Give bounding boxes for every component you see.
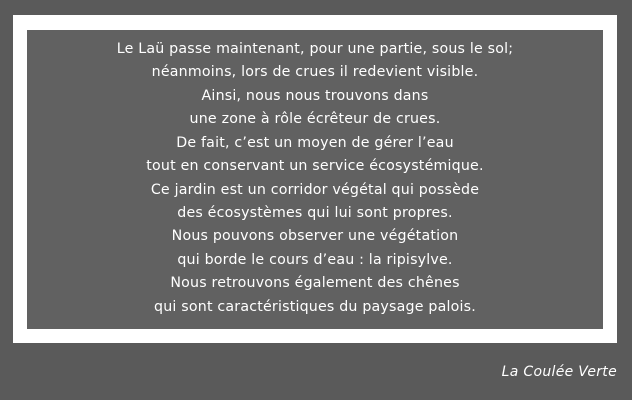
quote-line: Nous pouvons observer une végétation: [171, 228, 459, 245]
quote-line: Nous retrouvons également des chênes: [170, 275, 460, 292]
quote-line: qui borde le cours d’eau : la ripisylve.: [177, 251, 453, 268]
quote-line: une zone à rôle écrêteur de crues.: [189, 111, 441, 128]
page: Le Laü passe maintenant, pour une partie…: [0, 0, 632, 400]
quote-line: Ce jardin est un corridor végétal qui po…: [150, 181, 480, 198]
quote-line: De fait, c’est un moyen de gérer l’eau: [176, 134, 454, 151]
quote-line: néanmoins, lors de crues il redevient vi…: [151, 64, 479, 81]
white-frame: Le Laü passe maintenant, pour une partie…: [13, 15, 617, 343]
quote-line: Ainsi, nous nous trouvons dans: [201, 87, 429, 104]
quote-line: des écosystèmes qui lui sont propres.: [177, 204, 453, 221]
quote-panel: Le Laü passe maintenant, pour une partie…: [27, 30, 603, 329]
caption: La Coulée Verte: [501, 364, 617, 380]
quote-line: Le Laü passe maintenant, pour une partie…: [116, 41, 514, 58]
quote-text: Le Laü passe maintenant, pour une partie…: [117, 38, 513, 319]
quote-line: tout en conservant un service écosystémi…: [146, 158, 484, 175]
quote-line: qui sont caractéristiques du paysage pal…: [154, 298, 476, 315]
